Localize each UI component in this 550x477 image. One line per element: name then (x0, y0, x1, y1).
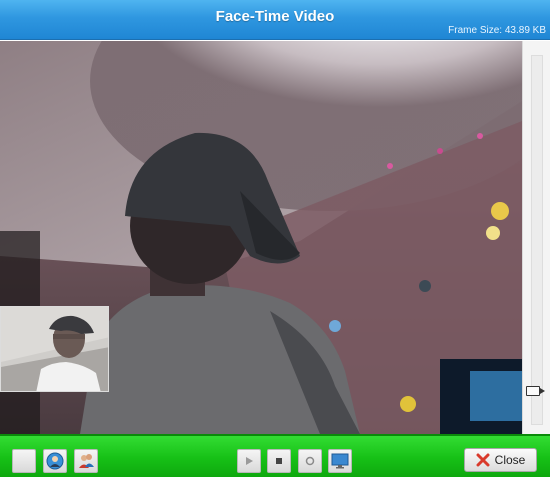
slider-track (531, 55, 543, 425)
close-icon (476, 453, 490, 467)
screen-button[interactable] (328, 449, 352, 473)
globe-user-icon (46, 452, 64, 470)
title-bar: Face-Time Video Frame Size: 43.89 KB (0, 0, 550, 40)
frame-size-label: Frame Size: 43.89 KB (448, 25, 546, 36)
user-globe-button[interactable] (43, 449, 67, 473)
self-view-thumbnail (0, 306, 109, 392)
record-button[interactable] (298, 449, 322, 473)
close-button[interactable]: Close (464, 448, 537, 472)
vertical-slider[interactable] (522, 41, 550, 434)
contacts-button[interactable] (74, 449, 98, 473)
play-button[interactable] (237, 449, 261, 473)
stop-icon (276, 458, 282, 464)
video-feed (0, 41, 522, 434)
blank-icon (18, 455, 30, 467)
window-title: Face-Time Video (215, 8, 335, 25)
monitor-icon (331, 453, 349, 469)
play-icon (246, 457, 253, 465)
stop-button[interactable] (267, 449, 291, 473)
bottom-toolbar: Close (0, 434, 550, 477)
close-button-label: Close (494, 453, 526, 467)
users-icon (79, 454, 94, 468)
slider-thumb[interactable] (526, 386, 545, 397)
record-icon (305, 456, 315, 466)
self-view-image (1, 307, 108, 391)
blank-button[interactable] (12, 449, 36, 473)
